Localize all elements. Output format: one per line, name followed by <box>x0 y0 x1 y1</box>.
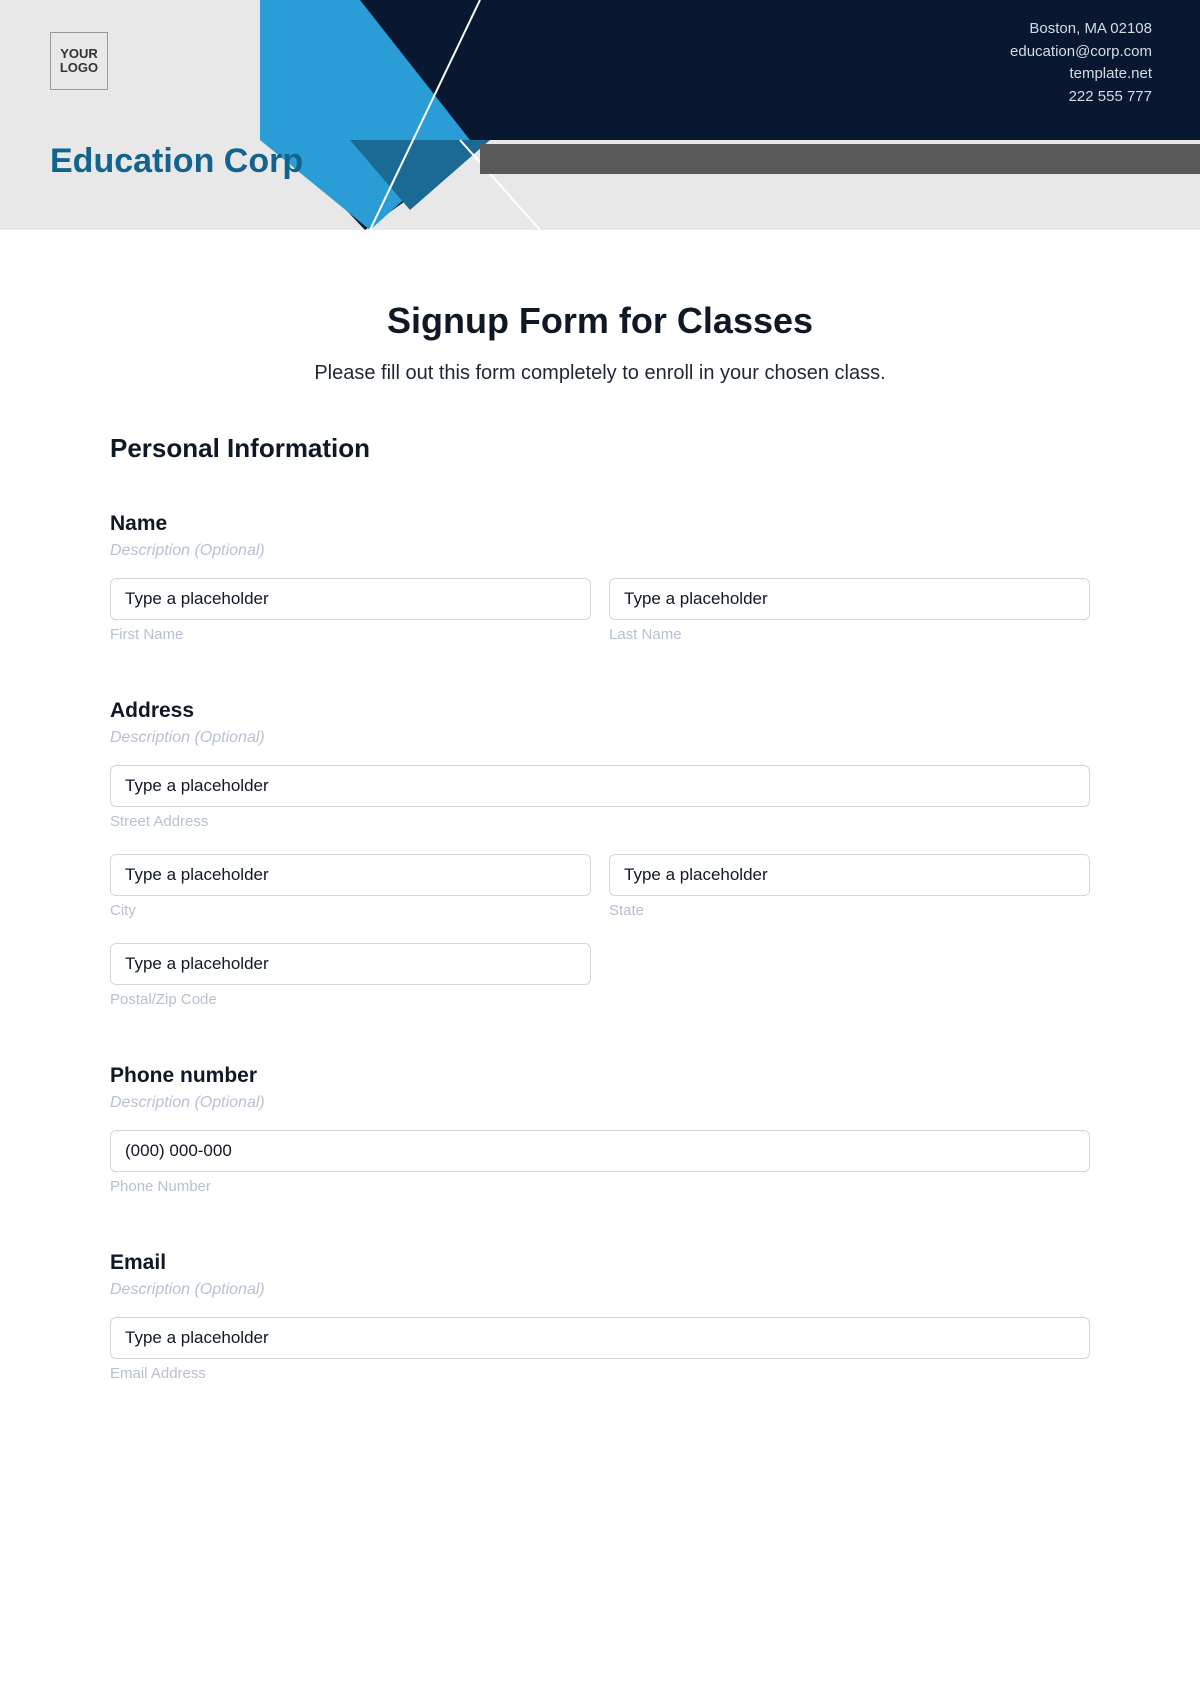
last-name-sublabel: Last Name <box>609 626 1090 643</box>
email-input[interactable] <box>110 1317 1090 1359</box>
phone-label: Phone number <box>110 1064 1090 1088</box>
state-sublabel: State <box>609 902 1090 919</box>
name-label: Name <box>110 512 1090 536</box>
contact-website: template.net <box>1010 63 1152 86</box>
contact-address: Boston, MA 02108 <box>1010 18 1152 41</box>
logo-placeholder: YOUR LOGO <box>50 32 108 90</box>
company-name: Education Corp <box>50 142 303 181</box>
field-address: Address Description (Optional) Street Ad… <box>110 699 1090 1008</box>
section-personal-info: Personal Information <box>110 433 1090 464</box>
field-phone: Phone number Description (Optional) Phon… <box>110 1064 1090 1195</box>
logo-text-2: LOGO <box>60 61 98 75</box>
header-banner: YOUR LOGO Education Corp Boston, MA 0210… <box>0 0 1200 230</box>
field-name: Name Description (Optional) First Name L… <box>110 512 1090 643</box>
city-sublabel: City <box>110 902 591 919</box>
first-name-input[interactable] <box>110 578 591 620</box>
zip-input[interactable] <box>110 943 591 985</box>
address-label: Address <box>110 699 1090 723</box>
contact-email: education@corp.com <box>1010 41 1152 64</box>
logo-text-1: YOUR <box>60 47 98 61</box>
form-title: Signup Form for Classes <box>110 300 1090 342</box>
form-subtitle: Please fill out this form completely to … <box>110 362 1090 385</box>
name-desc: Description (Optional) <box>110 542 1090 560</box>
form-content: Signup Form for Classes Please fill out … <box>0 230 1200 1382</box>
email-label: Email <box>110 1251 1090 1275</box>
email-sublabel: Email Address <box>110 1365 1090 1382</box>
address-desc: Description (Optional) <box>110 729 1090 747</box>
contact-block: Boston, MA 02108 education@corp.com temp… <box>1010 18 1152 108</box>
field-email: Email Description (Optional) Email Addre… <box>110 1251 1090 1382</box>
gray-accent-bar <box>480 144 1200 174</box>
phone-sublabel: Phone Number <box>110 1178 1090 1195</box>
phone-input[interactable] <box>110 1130 1090 1172</box>
street-sublabel: Street Address <box>110 813 1090 830</box>
first-name-sublabel: First Name <box>110 626 591 643</box>
street-input[interactable] <box>110 765 1090 807</box>
city-input[interactable] <box>110 854 591 896</box>
phone-desc: Description (Optional) <box>110 1094 1090 1112</box>
email-desc: Description (Optional) <box>110 1281 1090 1299</box>
contact-phone: 222 555 777 <box>1010 86 1152 109</box>
last-name-input[interactable] <box>609 578 1090 620</box>
zip-sublabel: Postal/Zip Code <box>110 991 591 1008</box>
state-input[interactable] <box>609 854 1090 896</box>
